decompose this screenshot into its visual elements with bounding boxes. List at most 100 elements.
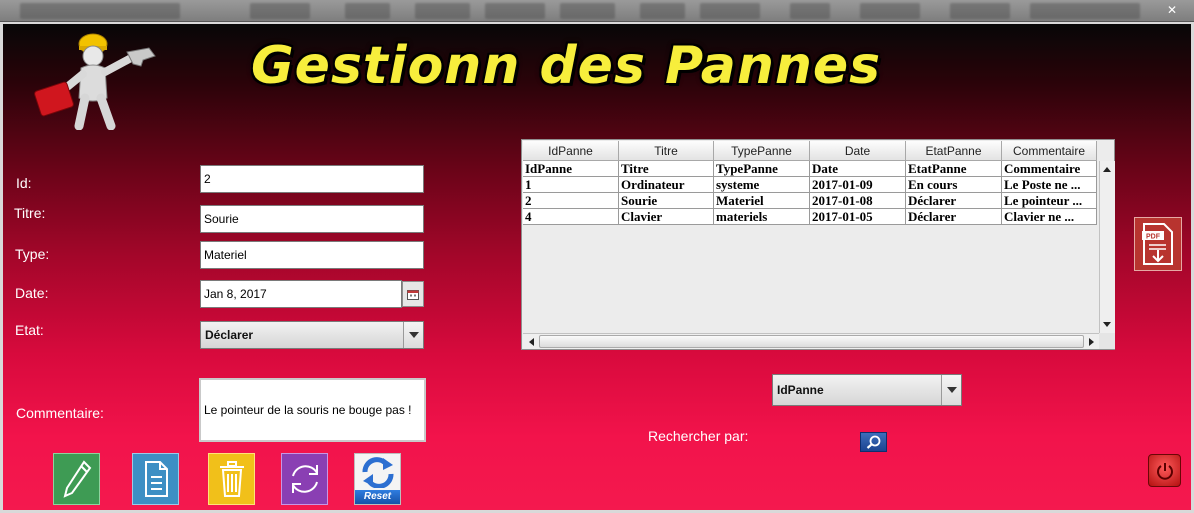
table-cell: Materiel xyxy=(714,193,810,209)
taskbar-item xyxy=(20,3,180,19)
table-cell: materiels xyxy=(714,209,810,225)
taskbar-item xyxy=(950,3,1010,19)
reset-label: Reset xyxy=(355,490,400,504)
scroll-right-icon[interactable] xyxy=(1084,335,1098,349)
commentaire-label: Commentaire: xyxy=(16,405,104,421)
pannes-table[interactable]: IdPanne Titre TypePanne Date EtatPanne Commen… xyxy=(521,139,1115,350)
refresh-button[interactable] xyxy=(281,453,328,505)
table-body: IdPanne Titre TypePanne Date EtatPanne Commen… xyxy=(523,161,1098,333)
horizontal-scrollbar[interactable] xyxy=(523,333,1099,349)
edit-button[interactable] xyxy=(53,453,100,505)
calendar-button[interactable] xyxy=(402,281,424,307)
svg-text:PDF: PDF xyxy=(1146,234,1161,241)
table-cell: Commentaire xyxy=(1002,161,1097,177)
pencil-icon xyxy=(63,460,91,498)
scroll-corner xyxy=(1099,333,1115,349)
page-title: Gestionn des Pannes xyxy=(251,36,882,96)
scroll-down-icon[interactable] xyxy=(1100,317,1114,331)
calendar-icon xyxy=(407,289,419,300)
scroll-left-icon[interactable] xyxy=(524,335,538,349)
taskbar-item xyxy=(790,3,830,19)
etat-select[interactable]: Déclarer xyxy=(200,321,424,349)
table-cell: EtatPanne xyxy=(906,161,1002,177)
scroll-up-icon[interactable] xyxy=(1100,162,1114,176)
taskbar-item xyxy=(1030,3,1140,19)
date-label: Date: xyxy=(15,285,49,301)
etat-label: Etat: xyxy=(15,322,44,338)
table-cell: IdPanne xyxy=(523,161,619,177)
magnifier-icon xyxy=(866,435,880,449)
table-cell: En cours xyxy=(906,177,1002,193)
trash-icon xyxy=(219,461,244,497)
reset-icon xyxy=(362,457,393,488)
chevron-down-icon[interactable] xyxy=(403,322,423,348)
column-header[interactable]: TypePanne xyxy=(714,141,810,161)
table-cell: Le Poste ne ... xyxy=(1002,177,1097,193)
column-header[interactable]: Commentaire xyxy=(1002,141,1097,161)
exit-button[interactable] xyxy=(1148,454,1181,487)
table-cell: 1 xyxy=(523,177,619,193)
etat-select-value: Déclarer xyxy=(205,328,254,342)
table-cell: systeme xyxy=(714,177,810,193)
app-window: Gestionn des Pannes Id: 2 Titre: Sourie … xyxy=(0,22,1194,513)
column-header[interactable]: EtatPanne xyxy=(906,141,1002,161)
document-icon xyxy=(144,461,168,497)
table-cell: Le pointeur ... xyxy=(1002,193,1097,209)
taskbar-item xyxy=(250,3,310,19)
search-label: Rechercher par: xyxy=(648,428,749,444)
pdf-export-button[interactable]: PDF xyxy=(1134,217,1182,271)
reset-button[interactable]: Reset xyxy=(354,453,401,505)
close-icon[interactable]: ✕ xyxy=(1158,2,1186,19)
table-cell: Titre xyxy=(619,161,714,177)
search-field-value: IdPanne xyxy=(777,383,824,397)
id-label: Id: xyxy=(16,175,32,191)
taskbar-item xyxy=(485,3,545,19)
table-row[interactable]: IdPanne Titre TypePanne Date EtatPanne Commen… xyxy=(523,161,1098,177)
table-cell: TypePanne xyxy=(714,161,810,177)
table-row[interactable]: 1 Ordinateur systeme 2017-01-09 En cours Le P… xyxy=(523,177,1098,193)
column-header[interactable]: Titre xyxy=(619,141,714,161)
table-cell: Clavier ne ... xyxy=(1002,209,1097,225)
taskbar-item xyxy=(560,3,615,19)
table-cell: Déclarer xyxy=(906,193,1002,209)
table-cell: 4 xyxy=(523,209,619,225)
titre-field[interactable]: Sourie xyxy=(200,205,424,233)
pdf-icon: PDF xyxy=(1142,223,1173,265)
table-cell: 2017-01-05 xyxy=(810,209,906,225)
power-icon xyxy=(1156,462,1173,480)
table-cell: Date xyxy=(810,161,906,177)
os-taskbar: ✕ xyxy=(0,0,1194,22)
table-cell: Sourie xyxy=(619,193,714,209)
table-header: IdPanne Titre TypePanne Date EtatPanne Commen… xyxy=(523,141,1097,161)
type-label: Type: xyxy=(15,246,50,262)
commentaire-field[interactable]: Le pointeur de la souris ne bouge pas ! xyxy=(199,378,426,442)
vertical-scrollbar[interactable] xyxy=(1099,161,1115,333)
column-header[interactable]: Date xyxy=(810,141,906,161)
table-row[interactable]: 4 Clavier materiels 2017-01-05 Déclarer Clavi… xyxy=(523,209,1098,225)
table-row[interactable]: 2 Sourie Materiel 2017-01-08 Déclarer Le poin… xyxy=(523,193,1098,209)
search-field-select[interactable]: IdPanne xyxy=(772,374,962,406)
delete-button[interactable] xyxy=(208,453,255,505)
horizontal-scroll-thumb[interactable] xyxy=(539,335,1084,348)
titre-label: Titre: xyxy=(14,205,46,221)
column-header[interactable]: IdPanne xyxy=(523,141,619,161)
taskbar-item xyxy=(860,3,920,19)
search-button[interactable] xyxy=(860,432,887,452)
table-cell: 2017-01-08 xyxy=(810,193,906,209)
type-field[interactable]: Materiel xyxy=(200,241,424,269)
mechanic-mascot-icon xyxy=(34,33,156,130)
table-cell: Déclarer xyxy=(906,209,1002,225)
taskbar-item xyxy=(415,3,470,19)
taskbar-item xyxy=(345,3,390,19)
add-button[interactable] xyxy=(132,453,179,505)
table-cell: Ordinateur xyxy=(619,177,714,193)
refresh-icon xyxy=(291,465,318,493)
table-cell: Clavier xyxy=(619,209,714,225)
date-field[interactable]: Jan 8, 2017 xyxy=(200,280,402,308)
chevron-down-icon[interactable] xyxy=(941,375,961,405)
taskbar-item xyxy=(700,3,760,19)
table-cell: 2 xyxy=(523,193,619,209)
id-field[interactable]: 2 xyxy=(200,165,424,193)
table-cell: 2017-01-09 xyxy=(810,177,906,193)
taskbar-item xyxy=(640,3,685,19)
